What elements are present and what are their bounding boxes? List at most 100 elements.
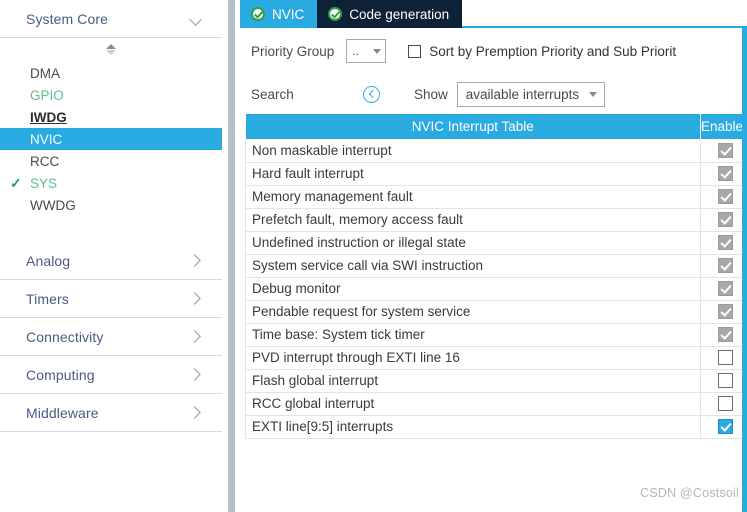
sidebar-category-label: Timers [26,290,69,307]
enabled-checkbox[interactable] [718,166,733,182]
enabled-checkbox[interactable] [718,396,733,412]
chevron-down-icon[interactable] [188,11,204,27]
sidebar-category-label: System Core [26,10,109,27]
enabled-cell[interactable] [700,162,747,186]
table-row[interactable]: PVD interrupt through EXTI line 16 [245,346,747,370]
peripheral-label: NVIC [30,131,63,147]
enabled-checkbox[interactable] [718,258,733,274]
enabled-cell[interactable] [700,208,747,232]
interrupt-name: Memory management fault [245,185,701,209]
enabled-checkbox[interactable] [718,281,733,297]
sidebar-item-rcc[interactable]: RCC [0,150,222,172]
enabled-checkbox[interactable] [718,327,733,343]
sidebar-item-dma[interactable]: DMA [0,62,222,84]
spinner-up-arrow [106,43,116,49]
sidebar-category-connectivity[interactable]: Connectivity [0,318,222,356]
sidebar-category-system-core[interactable]: System Core [0,0,222,38]
peripheral-list: DMA GPIO IWDG NVIC RCC ✓ SYS WWDG [0,60,222,216]
enabled-checkbox[interactable] [718,212,733,228]
sidebar-category-analog[interactable]: Analog [0,242,222,280]
panel-right-accent-edge [742,28,747,512]
tab-code-generation[interactable]: Code generation [317,0,463,28]
enabled-cell[interactable] [700,139,747,163]
sidebar-item-gpio[interactable]: GPIO [0,84,222,106]
interrupt-name: Undefined instruction or illegal state [245,231,701,255]
enabled-checkbox[interactable] [718,235,733,251]
spinner-down-arrow [106,49,116,55]
interrupt-name: Pendable request for system service [245,300,701,324]
enabled-checkbox[interactable] [718,350,733,366]
table-row[interactable]: Debug monitor [245,277,747,301]
sidebar-item-wwdg[interactable]: WWDG [0,194,222,216]
enabled-cell[interactable] [700,323,747,347]
show-filter-value: available interrupts [465,86,580,102]
peripheral-label: DMA [30,65,60,81]
show-filter-select[interactable]: available interrupts [456,81,606,107]
tab-label: NVIC [272,6,305,22]
green-check-circle-icon [251,7,265,21]
chevron-right-icon[interactable] [188,405,204,421]
table-row[interactable]: Pendable request for system service [245,300,747,324]
circle-left-chevron-icon[interactable] [363,85,380,103]
column-header-interrupt-table[interactable]: NVIC Interrupt Table [245,114,701,139]
table-row[interactable]: Undefined instruction or illegal state [245,231,747,255]
table-row[interactable]: Prefetch fault, memory access fault [245,208,747,232]
priority-group-select[interactable]: .. [346,39,387,63]
peripheral-sidebar: System Core DMA GPIO IWDG NVIC RCC ✓ SYS… [0,0,222,512]
interrupt-name: System service call via SWI instruction [245,254,701,278]
table-row[interactable]: EXTI line[9:5] interrupts [245,415,747,439]
tab-bar: NVIC Code generation [240,0,747,28]
enabled-cell[interactable] [700,231,747,255]
sort-by-preemption-checkbox-row[interactable]: Sort by Premption Priority and Sub Prior… [408,44,676,59]
tab-nvic[interactable]: NVIC [240,0,318,28]
sidebar-item-iwdg[interactable]: IWDG [0,106,222,128]
sidebar-category-computing[interactable]: Computing [0,356,222,394]
enabled-checkbox[interactable] [718,304,733,320]
enabled-cell[interactable] [700,277,747,301]
sidebar-category-middleware[interactable]: Middleware [0,394,222,432]
enabled-checkbox[interactable] [718,189,733,205]
enabled-cell[interactable] [700,369,747,393]
interrupt-name: Hard fault interrupt [245,162,701,186]
sidebar-category-label: Computing [26,366,95,383]
chevron-right-icon[interactable] [188,253,204,269]
chevron-right-icon[interactable] [188,367,204,383]
chevron-right-icon[interactable] [188,291,204,307]
enabled-cell[interactable] [700,392,747,416]
table-row[interactable]: System service call via SWI instruction [245,254,747,278]
table-row[interactable]: Memory management fault [245,185,747,209]
sidebar-item-sys[interactable]: ✓ SYS [0,172,222,194]
column-header-enabled[interactable]: Enabled [700,114,747,139]
show-label: Show [414,86,448,102]
interrupt-name: Flash global interrupt [245,369,701,393]
enabled-cell[interactable] [700,185,747,209]
table-row[interactable]: Non maskable interrupt [245,139,747,163]
table-row[interactable]: Time base: System tick timer [245,323,747,347]
enabled-checkbox[interactable] [718,143,733,159]
enabled-cell[interactable] [700,346,747,370]
chevron-right-icon[interactable] [188,329,204,345]
table-row[interactable]: Flash global interrupt [245,369,747,393]
panel-splitter[interactable] [222,0,240,512]
enabled-checkbox[interactable] [718,373,733,389]
sort-by-preemption-label: Sort by Premption Priority and Sub Prior… [429,43,677,59]
enabled-cell[interactable] [700,415,747,439]
table-row[interactable]: Hard fault interrupt [245,162,747,186]
sidebar-item-nvic[interactable]: NVIC [0,128,222,150]
enabled-cell[interactable] [700,254,747,278]
sidebar-category-label: Analog [26,252,71,269]
interrupt-name: Time base: System tick timer [245,323,701,347]
interrupt-name: EXTI line[9:5] interrupts [245,415,701,439]
table-row[interactable]: RCC global interrupt [245,392,747,416]
up-down-spinner-icon [106,43,116,55]
enabled-checkbox[interactable] [718,419,733,435]
sort-by-preemption-checkbox[interactable] [408,44,422,58]
green-check-icon: ✓ [10,175,22,191]
sidebar-category-timers[interactable]: Timers [0,280,222,318]
priority-group-row: Priority Group .. Sort by Premption Prio… [240,28,747,74]
interrupt-name: Non maskable interrupt [245,139,701,163]
table-header-row: NVIC Interrupt Table Enabled [245,114,747,139]
sidebar-scroll-spinner[interactable] [0,38,222,60]
interrupt-name: PVD interrupt through EXTI line 16 [245,346,701,370]
enabled-cell[interactable] [700,300,747,324]
